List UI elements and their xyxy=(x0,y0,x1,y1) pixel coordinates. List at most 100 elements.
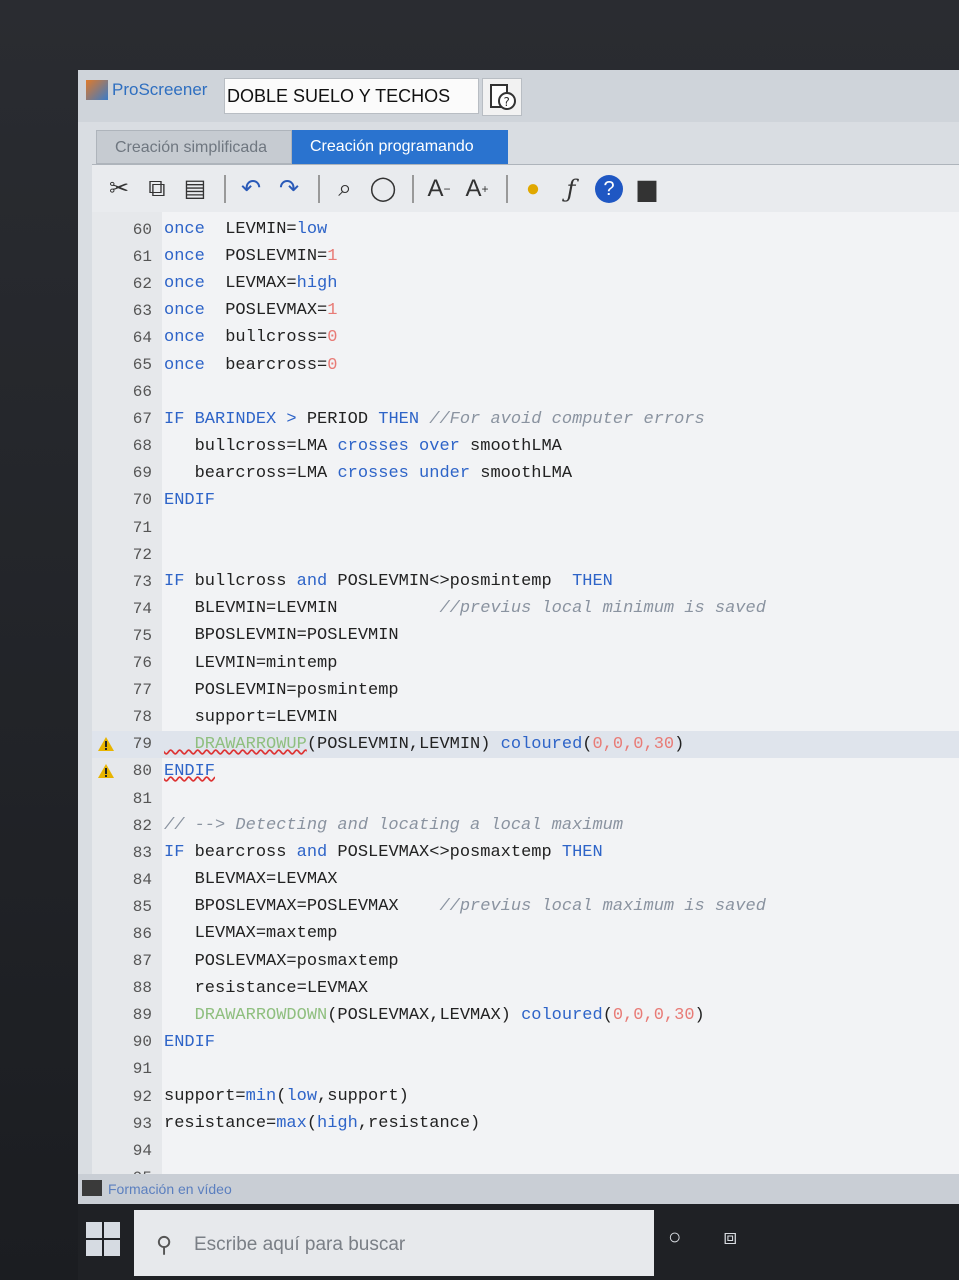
taskbar-search-input[interactable]: ⚲ Escribe aquí para buscar xyxy=(134,1210,654,1276)
code-line[interactable]: 92 support=min(low,support) xyxy=(92,1083,959,1110)
code-token: POSLEVMIN=posmintemp xyxy=(164,680,399,700)
code-line[interactable]: 68 bullcross=LMA crosses over smoothLMA xyxy=(92,433,959,460)
font-increase-icon[interactable]: A + xyxy=(460,172,494,206)
task-view-icon[interactable]: ⧈ xyxy=(723,1224,737,1250)
help-document-icon[interactable]: ? xyxy=(482,78,522,116)
redo-icon[interactable]: ↷ xyxy=(272,172,306,206)
code-line[interactable]: 90 ENDIF xyxy=(92,1029,959,1056)
code-token: once xyxy=(164,274,205,294)
code-line[interactable]: 64 once bullcross=0 xyxy=(92,324,959,351)
toolbar-separator xyxy=(412,174,414,203)
cut-icon[interactable]: ✂ xyxy=(102,172,136,206)
line-number: 92 xyxy=(132,1087,152,1106)
code-text: resistance=LEVMAX xyxy=(160,979,368,998)
code-token: crosses over xyxy=(337,436,460,456)
code-text: POSLEVMIN=posmintemp xyxy=(160,681,399,700)
lightbulb-icon[interactable]: ● xyxy=(516,172,550,206)
code-token: once xyxy=(164,301,205,321)
code-token: //For avoid computer errors xyxy=(419,409,705,429)
code-line[interactable]: 82 // --> Detecting and locating a local … xyxy=(92,812,959,839)
code-line[interactable]: 66 xyxy=(92,379,959,406)
code-line[interactable]: 88 resistance=LEVMAX xyxy=(92,975,959,1002)
code-line[interactable]: 80 ENDIF xyxy=(92,758,959,785)
code-token: once xyxy=(164,247,205,267)
help-icon[interactable]: ? xyxy=(592,172,626,206)
code-line[interactable]: 85 BPOSLEVMAX=POSLEVMAX //previus local … xyxy=(92,893,959,920)
code-line[interactable]: 83 IF bearcross and POSLEVMAX<>posmaxtemp… xyxy=(92,839,959,866)
code-text: resistance=max(high,resistance) xyxy=(160,1114,480,1133)
code-text: POSLEVMAX=posmaxtemp xyxy=(160,952,399,971)
tab-creacion-simplificada[interactable]: Creación simplificada xyxy=(96,130,292,164)
code-line[interactable]: 86 LEVMAX=maxtemp xyxy=(92,920,959,947)
comment-icon[interactable]: ◯ xyxy=(366,172,400,206)
font-increase-label: A xyxy=(465,174,482,202)
code-text: once LEVMAX=high xyxy=(160,274,337,293)
video-training-link[interactable]: Formación en vídeo xyxy=(108,1181,232,1197)
warning-icon[interactable] xyxy=(98,737,114,752)
warning-icon[interactable] xyxy=(98,764,114,779)
font-decrease-icon[interactable]: A − xyxy=(422,172,456,206)
code-line[interactable]: 61 once POSLEVMIN=1 xyxy=(92,243,959,270)
code-line[interactable]: 81 xyxy=(92,785,959,812)
code-line[interactable]: 93 resistance=max(high,resistance) xyxy=(92,1110,959,1137)
code-line[interactable]: 84 BLEVMAX=LEVMAX xyxy=(92,866,959,893)
code-token: THEN xyxy=(561,843,603,863)
code-line[interactable]: 89 DRAWARROWDOWN(POSLEVMAX,LEVMAX) colou… xyxy=(92,1002,959,1029)
code-token: resistance=LEVMAX xyxy=(164,978,369,998)
code-line[interactable]: 69 bearcross=LMA crosses under smoothLMA xyxy=(92,460,959,487)
code-token: ENDIF xyxy=(164,761,216,781)
font-decrease-label: A xyxy=(427,174,444,202)
code-token: ( xyxy=(602,1005,613,1025)
code-line[interactable]: 73 IF bullcross and POSLEVMIN<>posmintemp… xyxy=(92,568,959,595)
function-icon[interactable]: ƒ xyxy=(554,172,588,206)
code-editor[interactable]: 60 once LEVMIN=low 61 once POSLEVMIN=1 62 onc… xyxy=(92,212,959,1174)
windows-start-icon[interactable] xyxy=(86,1222,122,1258)
code-line[interactable]: 65 once bearcross=0 xyxy=(92,351,959,378)
print-icon[interactable]: ▆ xyxy=(630,172,664,206)
code-line[interactable]: 74 BLEVMIN=LEVMIN //previus local minimu… xyxy=(92,595,959,622)
code-line[interactable]: 94 xyxy=(92,1137,959,1164)
code-line[interactable]: 87 POSLEVMAX=posmaxtemp xyxy=(92,948,959,975)
code-line[interactable]: 71 xyxy=(92,514,959,541)
code-line[interactable]: 78 support=LEVMIN xyxy=(92,704,959,731)
code-token: bearcross xyxy=(184,843,297,863)
code-line[interactable]: 95 xyxy=(92,1164,959,1174)
line-number: 61 xyxy=(132,247,152,266)
screener-name-field[interactable]: DOBLE SUELO Y TECHOS xyxy=(224,78,479,114)
code-line[interactable]: 62 once LEVMAX=high xyxy=(92,270,959,297)
code-line[interactable]: 67 IF BARINDEX > PERIOD THEN //For avoid … xyxy=(92,406,959,433)
code-line[interactable]: 79 DRAWARROWUP(POSLEVMIN,LEVMIN) coloure… xyxy=(92,730,959,758)
code-text: ENDIF xyxy=(160,762,215,781)
code-text: once POSLEVMIN=1 xyxy=(160,247,337,266)
code-token: 0 xyxy=(327,328,338,348)
paste-icon[interactable]: ▤ xyxy=(178,172,212,206)
code-token: IF BARINDEX > xyxy=(164,409,307,429)
code-line[interactable]: 60 once LEVMIN=low xyxy=(92,216,959,243)
code-token: bullcross= xyxy=(204,328,328,348)
code-line[interactable]: 75 BPOSLEVMIN=POSLEVMIN xyxy=(92,622,959,649)
code-text: once bearcross=0 xyxy=(160,356,337,375)
code-token: coloured xyxy=(500,734,583,754)
tab-creacion-programando[interactable]: Creación programando xyxy=(292,130,508,164)
code-text: BLEVMAX=LEVMAX xyxy=(160,870,338,889)
search-icon[interactable]: ⌕ xyxy=(328,172,362,206)
code-line[interactable]: 63 once POSLEVMAX=1 xyxy=(92,297,959,324)
app-window: ProScreener DOBLE SUELO Y TECHOS ? Creac… xyxy=(78,70,959,1280)
copy-icon[interactable]: ⧉ xyxy=(140,172,174,206)
code-text: LEVMIN=mintemp xyxy=(160,654,338,673)
editor-toolbar: ✂ ⧉ ▤ ↶ ↷ ⌕ ◯ A − A + ● ƒ ? ▆ xyxy=(92,164,959,212)
code-token: 0,0,0,30 xyxy=(592,734,675,754)
code-token: ,resistance) xyxy=(357,1114,481,1134)
code-token: POSLEVMAX=posmaxtemp xyxy=(164,951,399,971)
code-token: //previus local minimum is saved xyxy=(439,599,766,619)
code-line[interactable]: 76 LEVMIN=mintemp xyxy=(92,650,959,677)
line-number: 74 xyxy=(132,599,152,618)
code-line[interactable]: 70 ENDIF xyxy=(92,487,959,514)
cortana-icon[interactable]: ○ xyxy=(668,1224,681,1250)
code-line[interactable]: 77 POSLEVMIN=posmintemp xyxy=(92,677,959,704)
code-token: coloured xyxy=(521,1005,603,1025)
undo-icon[interactable]: ↶ xyxy=(234,172,268,206)
line-number: 60 xyxy=(132,220,152,239)
code-line[interactable]: 91 xyxy=(92,1056,959,1083)
code-line[interactable]: 72 xyxy=(92,541,959,568)
